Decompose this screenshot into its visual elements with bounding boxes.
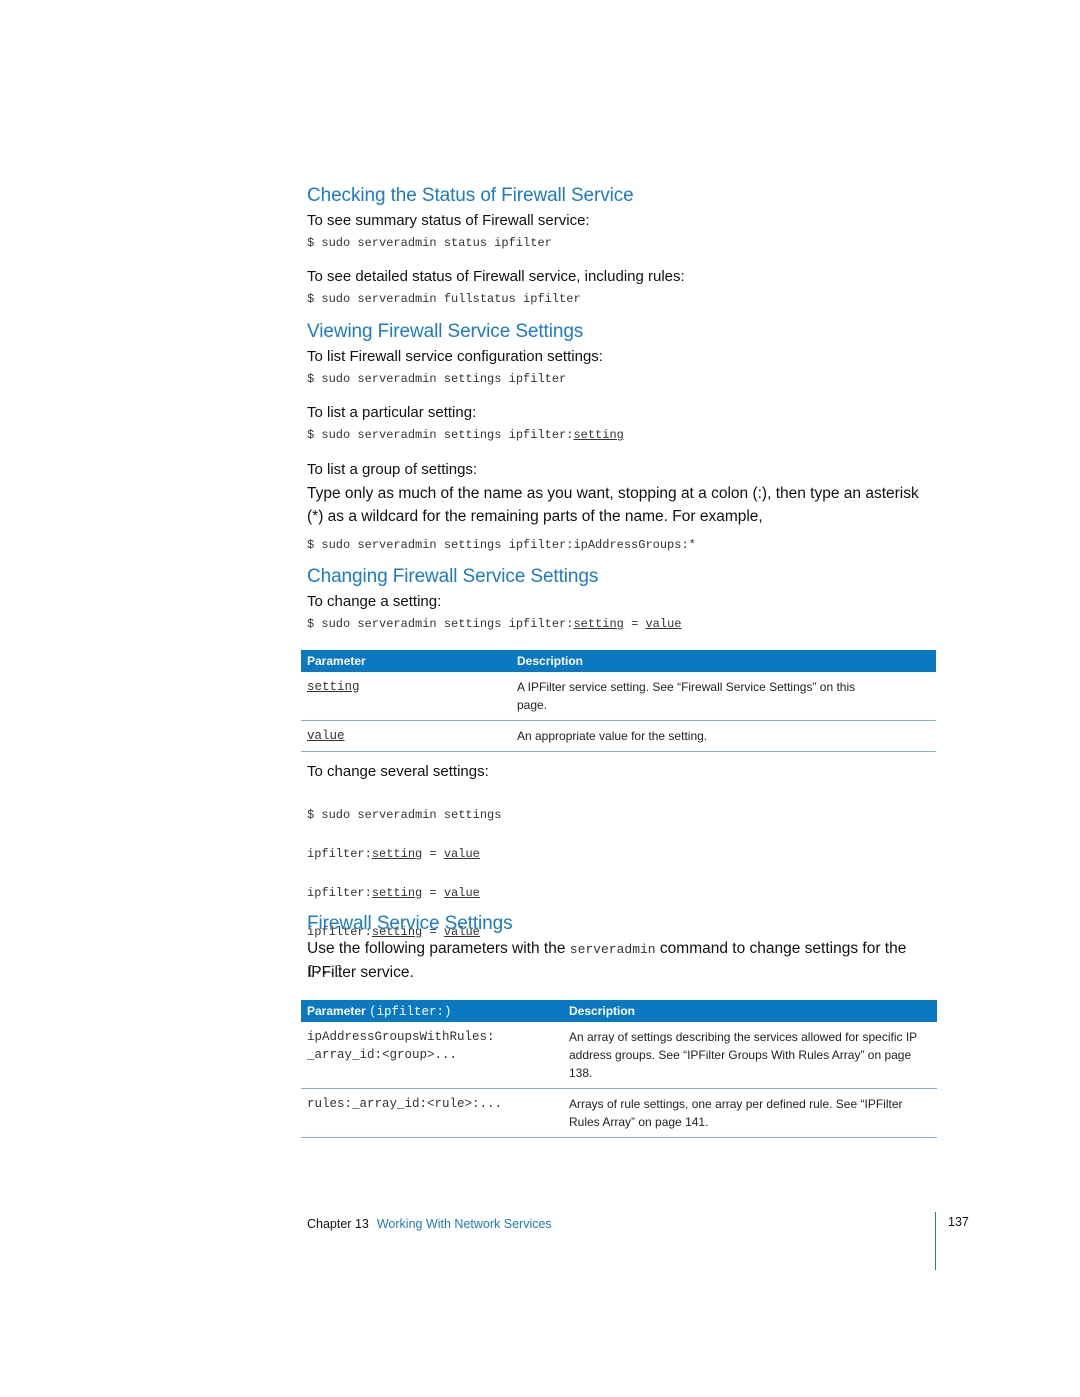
page-footer: Chapter 13 Working With Network Services [307,1215,552,1233]
intro-inline-code: serveradmin [569,942,656,957]
placeholder-setting: setting [573,428,624,442]
change-setting-command: $ sudo serveradmin settings ipfilter:set… [307,617,682,631]
command-text: ipfilter: [307,886,372,901]
placeholder-value: value [645,617,682,631]
table-row: value An appropriate value for the setti… [301,720,936,752]
section-title-viewing-settings: Viewing Firewall Service Settings [307,321,584,342]
table-header-row: Parameter Description [301,650,936,672]
parameter-line: _array_id:<group>... [307,1048,458,1062]
group-settings-label: To list a group of settings: [307,461,478,478]
placeholder-setting: setting [573,617,624,631]
group-settings-description: Type only as much of the name as you wan… [307,485,919,525]
column-header-parameter: Parameter [301,650,511,672]
parameter-line: ipAddressGroupsWithRules: [307,1030,495,1044]
summary-status-label: To see summary status of Firewall servic… [307,212,590,229]
parameter-cell: value [301,720,511,752]
page-number: 137 [948,1215,969,1229]
table-row: rules:_array_id:<rule>:... Arrays of rul… [301,1088,937,1138]
placeholder-value: value [443,847,480,862]
header-code: (ipfilter:) [369,1004,452,1019]
table-row: ipAddressGroupsWithRules: _array_id:<grou… [301,1022,937,1089]
column-header-parameter: Parameter (ipfilter:) [301,1000,563,1022]
parameter-cell: rules:_array_id:<rule>:... [301,1088,563,1138]
command-text: $ sudo serveradmin settings ipfilter: [307,617,574,631]
footer-divider [935,1212,936,1270]
column-header-description: Description [563,1000,937,1022]
section-title-checking-status: Checking the Status of Firewall Service [307,185,634,206]
detailed-status-label: To see detailed status of Firewall servi… [307,268,685,285]
intro-text: Use the following parameters with the [307,940,570,957]
section-title-changing-settings: Changing Firewall Service Settings [307,566,599,587]
change-setting-label: To change a setting: [307,593,442,610]
placeholder-value: value [443,886,480,901]
particular-setting-label: To list a particular setting: [307,404,477,421]
detailed-status-command: $ sudo serveradmin fullstatus ipfilter [307,292,581,306]
table-row: setting A IPFilter service setting. See … [301,672,936,721]
description-cell: A IPFilter service setting. See “Firewal… [511,672,936,721]
footer-chapter-title[interactable]: Working With Network Services [377,1217,552,1231]
command-text: ipfilter: [307,847,372,862]
summary-status-command: $ sudo serveradmin status ipfilter [307,236,552,250]
particular-setting-command: $ sudo serveradmin settings ipfilter:set… [307,428,624,442]
list-settings-command: $ sudo serveradmin settings ipfilter [307,372,567,386]
change-setting-parameter-table: Parameter Description setting A IPFilter… [301,650,936,752]
description-cell: Arrays of rule settings, one array per d… [563,1088,937,1138]
description-cell: An appropriate value for the setting. [511,720,936,752]
section-title-firewall-service-settings: Firewall Service Settings [307,913,513,934]
firewall-settings-intro: Use the following parameters with the se… [307,937,937,984]
list-settings-label: To list Firewall service configuration s… [307,348,603,365]
placeholder-setting: setting [371,847,423,862]
equals-sign: = [422,886,444,901]
placeholder-setting: setting [371,886,423,901]
table-header-row: Parameter (ipfilter:) Description [301,1000,937,1022]
parameter-cell: ipAddressGroupsWithRules: _array_id:<grou… [301,1022,563,1089]
firewall-settings-parameter-table: Parameter (ipfilter:) Description ipAddr… [301,1000,937,1138]
command-text: $ sudo serveradmin settings ipfilter: [307,428,574,442]
header-text: Parameter [307,1003,370,1018]
parameter-cell: setting [301,672,511,721]
description-cell: An array of settings describing the serv… [563,1022,937,1089]
command-line: ipfilter:setting = value [307,884,501,903]
column-header-description: Description [511,650,936,672]
group-settings-command: $ sudo serveradmin settings ipfilter:ipA… [307,538,696,552]
command-line: $ sudo serveradmin settings [307,808,502,823]
change-several-settings-label: To change several settings: [307,763,489,780]
equals-sign: = [422,847,444,862]
parameter-line: rules:_array_id:<rule>:... [307,1097,503,1111]
equals-sign: = [623,617,646,631]
footer-chapter-label: Chapter 13 [307,1217,369,1231]
command-line: ipfilter:setting = value [307,845,501,864]
